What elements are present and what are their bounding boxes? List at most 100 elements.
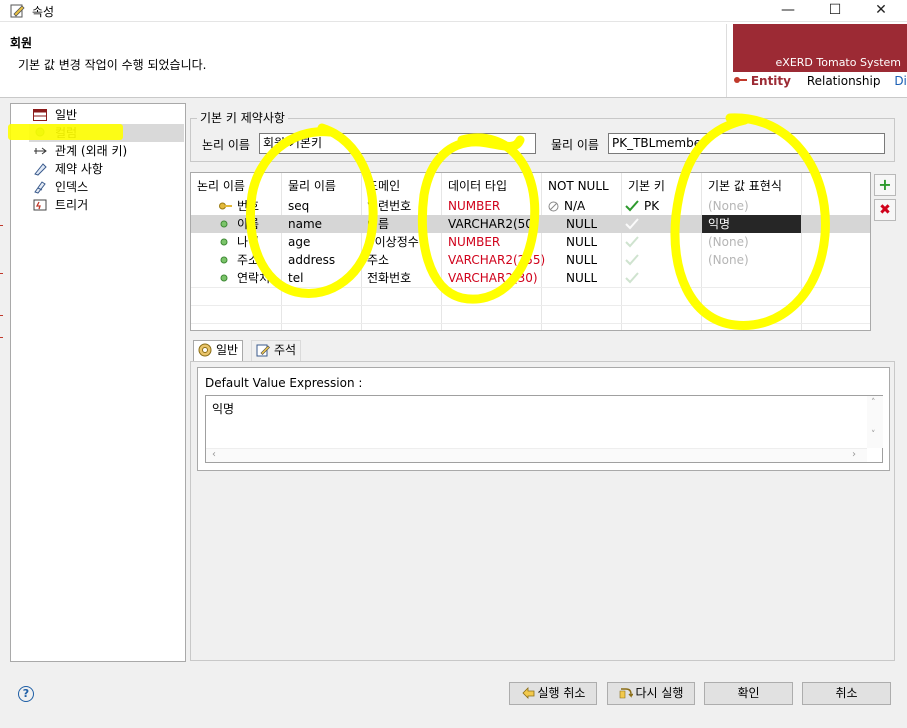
category-tree: 일반 컬럼 관계 (외래 키) 제약 사항 인덱스 트리거 [10,103,186,662]
title-bar: 속성 — ☐ ✕ [0,0,907,22]
checkmark-icon [625,254,639,266]
ok-label: 확인 [737,686,760,700]
cell-notnull: NULL [566,253,598,267]
header-notnull[interactable]: NOT NULL [548,177,609,195]
header-domain[interactable]: 도메인 [367,177,400,195]
table-header: 논리 이름 물리 이름 도메인 데이터 타입 NOT NULL 기본 키 기본 … [191,177,870,195]
header-pk[interactable]: 기본 키 [628,177,665,195]
default-value-textarea[interactable]: 익명 ˄ ˅ ‹ › [205,395,883,463]
status-message: 기본 값 변경 작업이 수행 되었습니다. [18,58,207,72]
table-row[interactable]: 번호 seq 일련번호 NUMBER N/A PK (None) [191,197,870,215]
pk-physical-input[interactable]: PK_TBLmember [608,133,885,154]
table-row[interactable]: 연락처 tel 전화번호 VARCHAR2(30) NULL [191,269,870,287]
cell-datatype: NUMBER [448,199,501,213]
help-icon[interactable]: ? [18,686,34,702]
maximize-button[interactable]: ☐ [812,0,858,22]
table-row[interactable]: 주소 address 주소 VARCHAR2(255) NULL (None) [191,251,870,269]
relation-arrow-icon [34,147,47,155]
pk-group-title: 기본 키 제약사항 [197,109,288,126]
not-applicable-icon [548,201,559,212]
cell-notnull: NULL [566,271,598,285]
banner-brand: eXERD Tomato System [775,56,901,69]
cancel-label: 취소 [835,686,858,700]
header-logical[interactable]: 논리 이름 [197,177,245,195]
cell-physical: tel [288,271,304,285]
column-table: 논리 이름 물리 이름 도메인 데이터 타입 NOT NULL 기본 키 기본 … [190,172,871,331]
cell-logical: 주소 [237,253,260,267]
default-value-label: Default Value Expression : [205,376,363,390]
undo-label: 실행 취소 [537,686,586,700]
banner-tab-diagram[interactable]: Diag [894,74,907,88]
cell-default: 익명 [708,217,731,231]
cell-logical: 번호 [237,199,260,213]
pk-logical-label: 논리 이름 [202,138,250,152]
properties-icon [10,4,25,18]
cell-notnull: N/A [564,199,586,213]
horizontal-scrollbar[interactable]: ‹ › [206,448,867,462]
grid-line [191,305,870,306]
key-icon [219,202,232,210]
pk-physical-label: 물리 이름 [551,138,599,152]
cell-datatype: VARCHAR2(50) [448,217,538,231]
cell-physical: address [288,253,336,267]
cell-logical: 이름 [237,217,260,231]
cell-physical: age [288,235,311,249]
cell-domain: 주소 [367,253,390,267]
highlight-mark [8,124,123,140]
cell-domain: 일련번호 [367,199,412,213]
remove-column-button[interactable]: ✖ [874,199,896,221]
tab-general[interactable]: 일반 [193,340,244,361]
default-edit-cell[interactable]: 익명 [702,215,801,233]
comment-icon [256,344,270,357]
checkmark-icon [625,218,639,230]
general-icon [198,343,212,357]
banner-tab-relationship[interactable]: Relationship [807,74,881,88]
grid-line [191,287,870,288]
cell-logical: 연락처 [237,271,271,285]
entity-title: 회원 [10,36,33,50]
pk-logical-input[interactable]: 회원 기본키 [259,133,536,154]
tree-item-label: 관계 (외래 키) [55,144,128,158]
delete-x-icon: ✖ [879,202,891,218]
exerd-banner: eXERD Tomato System Entity Relationship … [726,24,907,97]
table-row[interactable]: 이름 name 이름 VARCHAR2(50) NULL 익명 [191,215,870,233]
banner-tab-entity[interactable]: Entity [751,74,791,88]
edge-mark [0,337,3,338]
cell-default: (None) [708,199,749,213]
cell-datatype: NUMBER [448,235,501,249]
cancel-button[interactable]: 취소 [802,682,891,705]
redo-button[interactable]: 다시 실행 [607,682,695,705]
cell-domain: 이름 [367,217,390,231]
table-icon [33,109,47,121]
cell-default: (None) [708,253,749,267]
ok-button[interactable]: 확인 [704,682,793,705]
checkmark-icon [625,272,639,284]
undo-button[interactable]: 실행 취소 [509,682,597,705]
tab-comment[interactable]: 주석 [251,340,302,361]
tree-item-label: 트리거 [55,198,89,212]
scroll-up-icon: ˄ [871,398,876,408]
key-icon [734,77,747,83]
banner-tabs: Entity Relationship Diag [733,74,907,94]
cell-default: (None) [708,235,749,249]
cell-physical: name [288,217,323,231]
close-button[interactable]: ✕ [858,0,904,22]
cell-pk: PK [644,199,660,213]
vertical-scrollbar[interactable]: ˄ ˅ [867,396,883,448]
redo-label: 다시 실행 [635,686,684,700]
header-physical[interactable]: 물리 이름 [288,177,336,195]
cell-notnull: NULL [566,235,598,249]
detail-tabs: 일반 주석 [190,338,895,362]
edge-mark [0,225,3,226]
column-dot-icon [220,274,228,282]
header-datatype[interactable]: 데이터 타입 [448,177,507,195]
add-column-button[interactable]: + [874,174,896,196]
tree-item-label: 일반 [55,108,78,122]
table-row[interactable]: 나이 age 0이상정수 NUMBER NULL (None) [191,233,870,251]
constraint-icon [34,163,47,176]
trigger-icon [33,199,47,211]
cell-physical: seq [288,199,310,213]
header-default[interactable]: 기본 값 표현식 [708,177,782,195]
edge-mark [0,273,3,274]
minimize-button[interactable]: — [765,0,811,22]
